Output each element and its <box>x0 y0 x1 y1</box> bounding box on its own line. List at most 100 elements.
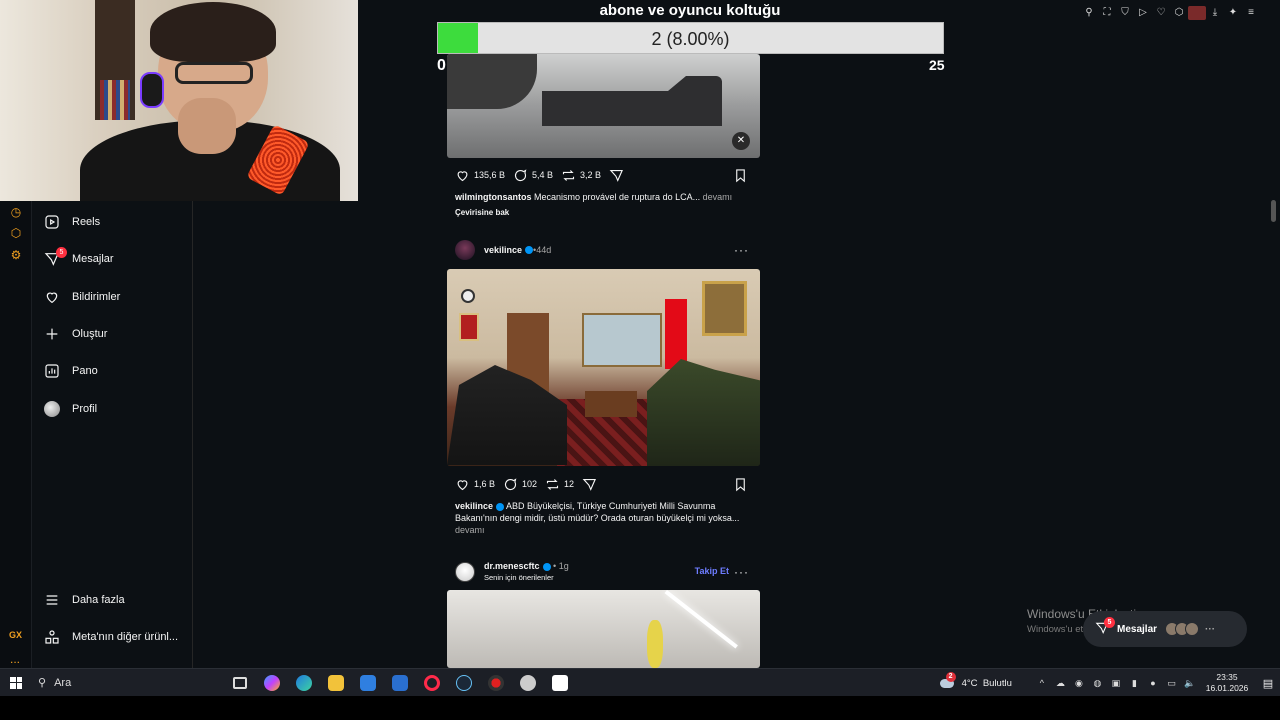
notification-center-icon[interactable]: ▤ <box>1256 677 1280 690</box>
copilot-app-icon[interactable] <box>256 669 288 697</box>
caption-username[interactable]: vekilince <box>455 501 493 511</box>
post-3-options-icon[interactable]: ··· <box>734 565 749 579</box>
like-count: 135,6 B <box>474 170 506 180</box>
flag-icon <box>665 299 687 369</box>
heart-icon <box>44 289 60 305</box>
pin-icon[interactable]: ⚲ <box>1080 6 1098 20</box>
screen: ◷ ⬡ ⚙ GX ... Reels 5 Mesajlar Bildirimle… <box>0 0 1280 668</box>
nav-item-reels[interactable]: Reels <box>44 209 100 235</box>
goal-min-label: 0 <box>437 57 446 74</box>
nav-item-more[interactable]: Daha fazla <box>44 587 125 613</box>
post-2-options-icon[interactable]: ··· <box>734 243 749 257</box>
ai-icon[interactable]: ✦ <box>1224 6 1242 20</box>
post-3-image[interactable] <box>447 590 760 668</box>
nav-item-dashboard[interactable]: Pano <box>44 358 98 384</box>
start-button[interactable] <box>0 669 32 697</box>
onedrive-icon[interactable]: ☁ <box>1052 678 1068 689</box>
like-button[interactable]: 135,6 B <box>455 168 505 183</box>
microphone-icon[interactable]: ● <box>1145 678 1161 688</box>
caption-username[interactable]: wilmingtonsantos <box>455 192 532 202</box>
snapshot-icon[interactable]: ⛶ <box>1098 6 1116 20</box>
messages-pill-label: Mesajlar <box>1117 623 1158 635</box>
comment-button[interactable]: 102 <box>503 477 537 492</box>
post-2-image[interactable] <box>447 269 760 466</box>
post-1-caption: wilmingtonsantos Mecanismo provável de r… <box>455 191 755 203</box>
player-icon[interactable]: ▷ <box>1134 6 1152 20</box>
comment-button[interactable]: 5,4 B <box>513 168 553 183</box>
follow-button[interactable]: Takip Et <box>695 566 729 576</box>
tray-overflow-icon[interactable]: ^ <box>1034 678 1050 688</box>
settings-gear-icon[interactable]: ⚙ <box>9 248 23 262</box>
share-button[interactable] <box>609 168 628 183</box>
tray-app-icon-2[interactable]: ◍ <box>1089 678 1105 689</box>
save-button[interactable] <box>733 168 752 183</box>
nav-item-messages[interactable]: 5 Mesajlar <box>44 246 114 272</box>
weather-widget[interactable]: 2 4°C Bulutlu <box>939 672 1012 689</box>
network-icon[interactable]: ▭ <box>1163 678 1179 689</box>
battery-icon[interactable]: ▮ <box>1126 678 1142 689</box>
post-3-username[interactable]: dr.menescftc <box>484 561 540 571</box>
verified-icon <box>542 562 551 571</box>
mail-app-icon[interactable] <box>384 669 416 697</box>
share-button[interactable] <box>582 477 601 492</box>
edge-app-icon[interactable] <box>288 669 320 697</box>
mute-icon[interactable]: ✕ <box>732 132 750 150</box>
extensions-icon[interactable]: ⬡ <box>9 226 23 240</box>
see-translation-link[interactable]: Çevirisine bak <box>455 208 509 217</box>
nav-item-notifications[interactable]: Bildirimler <box>44 284 120 310</box>
opera-gx-app-icon[interactable] <box>416 669 448 697</box>
bottom-letterbox <box>0 696 1280 720</box>
browser-toolbar: ⚲ ⛶ ⛉ ▷ ♡ ⬡ ⤓ ✦ ≡ <box>1080 6 1260 20</box>
messages-more-icon[interactable]: ··· <box>1205 624 1215 635</box>
like-button[interactable]: 1,6 B <box>455 477 495 492</box>
plus-icon <box>44 326 60 342</box>
windows-logo-icon <box>10 676 22 689</box>
file-explorer-icon[interactable] <box>320 669 352 697</box>
messages-floating-button[interactable]: 5 Mesajlar ··· <box>1083 611 1247 647</box>
post-2-avatar[interactable] <box>455 240 475 260</box>
rail-more-icon[interactable]: ... <box>10 652 20 666</box>
profile-thumb-icon[interactable] <box>1188 6 1206 20</box>
game-app-icon[interactable] <box>512 669 544 697</box>
tray-app-icon-3[interactable]: ▣ <box>1108 678 1124 689</box>
task-view-button[interactable] <box>224 669 256 697</box>
heart-outline-icon[interactable]: ♡ <box>1152 6 1170 20</box>
repost-button[interactable]: 12 <box>545 477 574 492</box>
tray-app-icon[interactable]: ◉ <box>1071 678 1087 689</box>
post-3-avatar[interactable] <box>455 562 475 582</box>
separator-dot: • <box>550 561 559 571</box>
post-2-age: 44d <box>536 245 552 255</box>
epic-games-icon[interactable] <box>544 669 576 697</box>
store-app-icon[interactable] <box>352 669 384 697</box>
page-scrollbar[interactable] <box>1271 200 1276 222</box>
messenger-icon: 5 <box>1095 617 1115 637</box>
nav-item-profile[interactable]: Profil <box>44 396 97 422</box>
instagram-feed: ✕ 135,6 B 5,4 B 3,2 B wilmingtonsantos M… <box>447 0 761 668</box>
recording-app-icon[interactable] <box>480 669 512 697</box>
steam-app-icon[interactable] <box>448 669 480 697</box>
post-1-video[interactable]: ✕ <box>447 54 760 158</box>
save-button[interactable] <box>733 477 752 492</box>
nav-label-profile: Profil <box>72 403 98 415</box>
post-2-username[interactable]: vekilince <box>484 245 522 255</box>
shield-icon[interactable]: ⛉ <box>1116 6 1134 20</box>
caption-more-link[interactable]: devamı <box>455 525 485 535</box>
nav-item-meta-products[interactable]: Meta'nın diğer ürünl... <box>44 624 178 650</box>
extensions-icon[interactable]: ⬡ <box>1170 6 1188 20</box>
messages-badge: 5 <box>56 247 67 258</box>
cloud-icon: 2 <box>939 672 956 689</box>
volume-icon[interactable]: 🔈 <box>1182 678 1198 689</box>
verified-icon <box>525 246 534 254</box>
repost-button[interactable]: 3,2 B <box>561 168 601 183</box>
history-icon[interactable]: ◷ <box>9 205 23 219</box>
download-icon[interactable]: ⤓ <box>1206 6 1224 20</box>
nav-label-messages: Mesajlar <box>72 253 114 265</box>
hamburger-menu-icon[interactable]: ≡ <box>1242 6 1260 20</box>
nav-item-create[interactable]: Oluştur <box>44 321 107 347</box>
taskbar-clock[interactable]: 23:35 16.01.2026 <box>1198 672 1256 694</box>
clock-date: 16.01.2026 <box>1205 683 1249 693</box>
temperature: 4°C <box>961 677 978 689</box>
taskbar-search[interactable]: ⚲ Ara <box>32 669 224 697</box>
post-2-caption: vekilince ABD Büyükelçisi, Türkiye Cumhu… <box>455 500 755 536</box>
caption-more-link[interactable]: devamı <box>700 192 733 202</box>
